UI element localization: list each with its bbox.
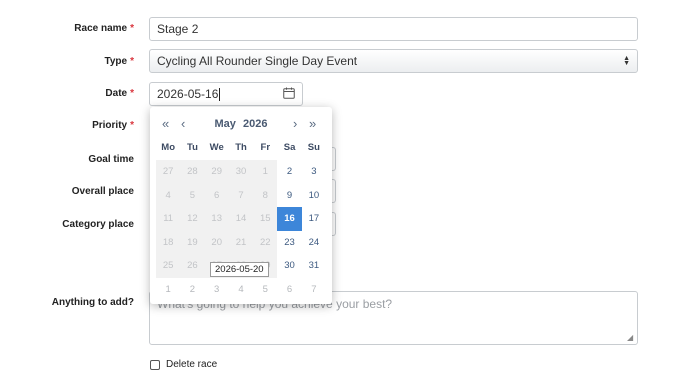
prev-year-button[interactable]: « bbox=[162, 117, 169, 131]
day-cell: 15 bbox=[253, 207, 278, 231]
day-cell: 11 bbox=[156, 207, 181, 231]
overall-place-label: Overall place bbox=[71, 186, 134, 197]
day-cell: 25 bbox=[156, 254, 181, 278]
delete-race-label: Delete race bbox=[166, 359, 218, 370]
day-cell[interactable]: 5 bbox=[253, 278, 277, 302]
day-cell[interactable]: 23 bbox=[277, 231, 301, 255]
datepicker-popup: « ‹ May 2026 › » Mo Tu We Th Fr Sa Su 27 28 29 30… bbox=[150, 107, 332, 304]
day-cell[interactable]: 2 bbox=[277, 160, 301, 184]
datepicker-header: « ‹ May 2026 › » bbox=[150, 117, 332, 133]
day-cell: 28 bbox=[180, 160, 205, 184]
weekday-header: Mo Tu We Th Fr Sa Su bbox=[156, 142, 326, 153]
day-cell: 22 bbox=[253, 230, 278, 254]
goal-time-label: Goal time bbox=[88, 154, 134, 165]
day-cell: 1 bbox=[253, 160, 278, 184]
prev-month-button[interactable]: ‹ bbox=[181, 117, 185, 131]
day-cell: 8 bbox=[253, 183, 278, 207]
day-cell[interactable]: 3 bbox=[302, 160, 326, 184]
day-cell: 30 bbox=[228, 160, 254, 184]
weekday-label: Th bbox=[235, 142, 247, 153]
day-cell: 26 bbox=[180, 254, 205, 278]
text-caret bbox=[219, 87, 221, 101]
delete-race-checkbox[interactable] bbox=[150, 359, 160, 370]
day-cell: 27 bbox=[156, 160, 181, 184]
race-name-value: Stage 2 bbox=[157, 22, 199, 36]
day-cell[interactable]: 6 bbox=[277, 278, 301, 302]
day-cell: 7 bbox=[228, 183, 254, 207]
race-name-input[interactable]: Stage 2 bbox=[149, 17, 638, 41]
next-year-button[interactable]: » bbox=[309, 117, 316, 131]
day-cell[interactable]: 4 bbox=[229, 278, 253, 302]
date-label: Date * bbox=[105, 88, 134, 99]
type-select[interactable]: Cycling All Rounder Single Day Event ▲ ▼ bbox=[149, 49, 638, 73]
weekday-label: Mo bbox=[161, 142, 175, 153]
day-cell[interactable]: 31 bbox=[302, 254, 326, 278]
day-cell[interactable]: 10 bbox=[302, 184, 326, 208]
month-label[interactable]: May bbox=[215, 118, 236, 130]
date-input[interactable]: 2026-05-16 bbox=[149, 82, 303, 106]
day-cell: 6 bbox=[204, 183, 229, 207]
day-grid: 27 28 29 30 1 2 3 4 5 6 7 8 9 10 11 12 13 14 15 16 17 18 19 20 2… bbox=[156, 160, 326, 301]
weekday-label: We bbox=[209, 142, 224, 153]
day-cell: 14 bbox=[228, 207, 254, 231]
next-month-button[interactable]: › bbox=[293, 117, 297, 131]
delete-race-option[interactable]: Delete race bbox=[150, 359, 217, 370]
calendar-icon[interactable] bbox=[283, 87, 295, 102]
year-label[interactable]: 2026 bbox=[243, 118, 267, 130]
day-cell: 12 bbox=[180, 207, 205, 231]
weekday-label: Tu bbox=[186, 142, 198, 153]
day-cell: 5 bbox=[180, 183, 205, 207]
day-cell: 13 bbox=[204, 207, 229, 231]
day-cell[interactable]: 9 bbox=[277, 184, 301, 208]
day-cell: 18 bbox=[156, 230, 181, 254]
type-value: Cycling All Rounder Single Day Event bbox=[157, 54, 358, 68]
day-cell: 21 bbox=[228, 230, 254, 254]
selected-day[interactable]: 16 bbox=[277, 207, 302, 231]
priority-label: Priority * bbox=[92, 120, 134, 131]
day-cell: 4 bbox=[156, 183, 181, 207]
day-cell[interactable]: 24 bbox=[302, 231, 326, 255]
date-tooltip: 2026-05-20 bbox=[210, 262, 269, 277]
day-cell[interactable]: 17 bbox=[302, 207, 326, 231]
category-place-label: Category place bbox=[62, 219, 134, 230]
weekday-label: Sa bbox=[283, 142, 296, 153]
race-name-label: Race name * bbox=[74, 23, 134, 34]
day-cell[interactable]: 30 bbox=[277, 254, 301, 278]
weekday-label: Fr bbox=[260, 142, 271, 153]
type-label: Type * bbox=[104, 56, 134, 67]
resize-handle-icon[interactable]: ◢ bbox=[627, 334, 633, 342]
day-cell[interactable]: 3 bbox=[205, 278, 229, 302]
day-cell: 20 bbox=[204, 230, 229, 254]
select-arrows-icon: ▲ ▼ bbox=[623, 55, 630, 67]
datepicker-title: May 2026 bbox=[150, 118, 332, 130]
day-cell[interactable]: 1 bbox=[156, 278, 180, 302]
day-cell: 29 bbox=[204, 160, 229, 184]
date-value: 2026-05-16 bbox=[157, 87, 219, 101]
notes-label: Anything to add? bbox=[51, 297, 134, 308]
day-cell[interactable]: 7 bbox=[302, 278, 326, 302]
day-cell: 19 bbox=[180, 230, 205, 254]
weekday-label: Su bbox=[307, 142, 320, 153]
day-cell[interactable]: 2 bbox=[180, 278, 204, 302]
